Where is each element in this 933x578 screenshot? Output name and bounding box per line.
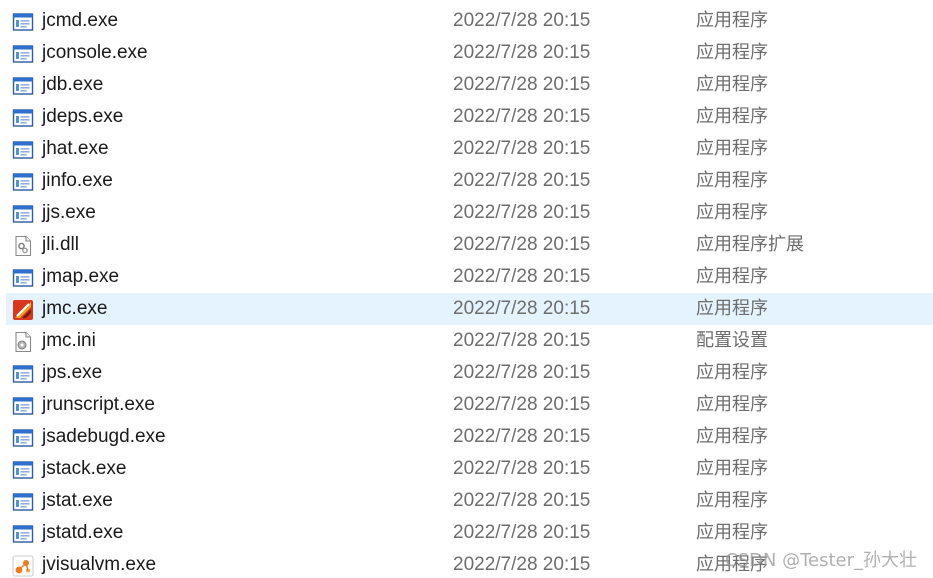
file-type: 应用程序: [696, 106, 768, 127]
application-icon: [12, 363, 34, 385]
file-row[interactable]: jmap.exe 2022/7/28 20:15 应用程序: [0, 261, 933, 293]
file-row[interactable]: jps.exe 2022/7/28 20:15 应用程序: [0, 357, 933, 389]
application-icon: [12, 267, 34, 289]
file-name: jinfo.exe: [42, 170, 113, 191]
file-modified-date: 2022/7/28 20:15: [453, 202, 591, 223]
file-row[interactable]: jmc.exe 2022/7/28 20:15 应用程序: [0, 293, 933, 325]
file-name: jrunscript.exe: [42, 394, 155, 415]
file-row[interactable]: jli.dll 2022/7/28 20:15 应用程序扩展: [0, 229, 933, 261]
file-name: jsadebugd.exe: [42, 426, 166, 447]
file-row[interactable]: jrunscript.exe 2022/7/28 20:15 应用程序: [0, 389, 933, 421]
file-modified-date: 2022/7/28 20:15: [453, 426, 591, 447]
application-icon: [12, 43, 34, 65]
file-type: 应用程序: [696, 10, 768, 31]
file-name: jvisualvm.exe: [42, 554, 157, 575]
file-type: 应用程序: [696, 458, 768, 479]
file-name: jmc.exe: [42, 298, 108, 319]
file-modified-date: 2022/7/28 20:15: [453, 170, 591, 191]
application-icon: [12, 395, 34, 417]
file-modified-date: 2022/7/28 20:15: [453, 74, 591, 95]
file-type: 配置设置: [696, 330, 768, 351]
file-name: jconsole.exe: [42, 42, 148, 63]
file-type: 应用程序: [696, 138, 768, 159]
file-type: 应用程序: [696, 490, 768, 511]
file-name: jdeps.exe: [42, 106, 124, 127]
watermark: CSDN @Tester_孙大壮: [725, 550, 917, 571]
file-modified-date: 2022/7/28 20:15: [453, 330, 591, 351]
file-modified-date: 2022/7/28 20:15: [453, 362, 591, 383]
file-name: jcmd.exe: [42, 10, 119, 31]
file-modified-date: 2022/7/28 20:15: [453, 522, 591, 543]
application-icon: [12, 459, 34, 481]
file-modified-date: 2022/7/28 20:15: [453, 458, 591, 479]
file-type: 应用程序: [696, 394, 768, 415]
file-name: jstack.exe: [42, 458, 127, 479]
file-row[interactable]: jhat.exe 2022/7/28 20:15 应用程序: [0, 133, 933, 165]
file-modified-date: 2022/7/28 20:15: [453, 490, 591, 511]
file-row[interactable]: jinfo.exe 2022/7/28 20:15 应用程序: [0, 165, 933, 197]
application-icon: [12, 139, 34, 161]
file-row[interactable]: jstat.exe 2022/7/28 20:15 应用程序: [0, 485, 933, 517]
file-type: 应用程序扩展: [696, 234, 804, 255]
file-name: jli.dll: [42, 234, 79, 255]
application-icon: [12, 171, 34, 193]
file-row[interactable]: jjs.exe 2022/7/28 20:15 应用程序: [0, 197, 933, 229]
file-row[interactable]: jstack.exe 2022/7/28 20:15 应用程序: [0, 453, 933, 485]
file-modified-date: 2022/7/28 20:15: [453, 42, 591, 63]
file-name: jmap.exe: [42, 266, 120, 287]
file-name: jps.exe: [42, 362, 103, 383]
file-modified-date: 2022/7/28 20:15: [453, 266, 591, 287]
file-row[interactable]: jsadebugd.exe 2022/7/28 20:15 应用程序: [0, 421, 933, 453]
application-icon: [12, 75, 34, 97]
application-icon: [12, 427, 34, 449]
jmc-app-icon: [12, 299, 34, 321]
file-modified-date: 2022/7/28 20:15: [453, 138, 591, 159]
jvisualvm-app-icon: [12, 555, 34, 577]
application-icon: [12, 11, 34, 33]
file-type: 应用程序: [696, 42, 768, 63]
file-type: 应用程序: [696, 522, 768, 543]
application-icon: [12, 523, 34, 545]
file-name: jstatd.exe: [42, 522, 124, 543]
file-row[interactable]: jmc.ini 2022/7/28 20:15 配置设置: [0, 325, 933, 357]
file-name: jhat.exe: [42, 138, 109, 159]
file-row[interactable]: jconsole.exe 2022/7/28 20:15 应用程序: [0, 37, 933, 69]
file-row[interactable]: jcmd.exe 2022/7/28 20:15 应用程序: [0, 5, 933, 37]
file-type: 应用程序: [696, 426, 768, 447]
file-row[interactable]: jdb.exe 2022/7/28 20:15 应用程序: [0, 69, 933, 101]
file-type: 应用程序: [696, 298, 768, 319]
file-modified-date: 2022/7/28 20:15: [453, 106, 591, 127]
application-icon: [12, 107, 34, 129]
file-list: jcmd.exe 2022/7/28 20:15 应用程序 jconsole.exe 2…: [0, 5, 933, 578]
file-type: 应用程序: [696, 362, 768, 383]
file-row[interactable]: jstatd.exe 2022/7/28 20:15 应用程序: [0, 517, 933, 549]
file-type: 应用程序: [696, 74, 768, 95]
file-modified-date: 2022/7/28 20:15: [453, 554, 591, 575]
file-type: 应用程序: [696, 170, 768, 191]
dll-file-icon: [12, 235, 34, 257]
file-modified-date: 2022/7/28 20:15: [453, 298, 591, 319]
file-modified-date: 2022/7/28 20:15: [453, 394, 591, 415]
file-name: jmc.ini: [42, 330, 96, 351]
file-type: 应用程序: [696, 266, 768, 287]
settings-file-icon: [12, 331, 34, 353]
application-icon: [12, 203, 34, 225]
file-name: jdb.exe: [42, 74, 104, 95]
file-name: jjs.exe: [42, 202, 96, 223]
application-icon: [12, 491, 34, 513]
file-modified-date: 2022/7/28 20:15: [453, 234, 591, 255]
file-modified-date: 2022/7/28 20:15: [453, 10, 591, 31]
file-name: jstat.exe: [42, 490, 113, 511]
file-type: 应用程序: [696, 202, 768, 223]
file-row[interactable]: jdeps.exe 2022/7/28 20:15 应用程序: [0, 101, 933, 133]
